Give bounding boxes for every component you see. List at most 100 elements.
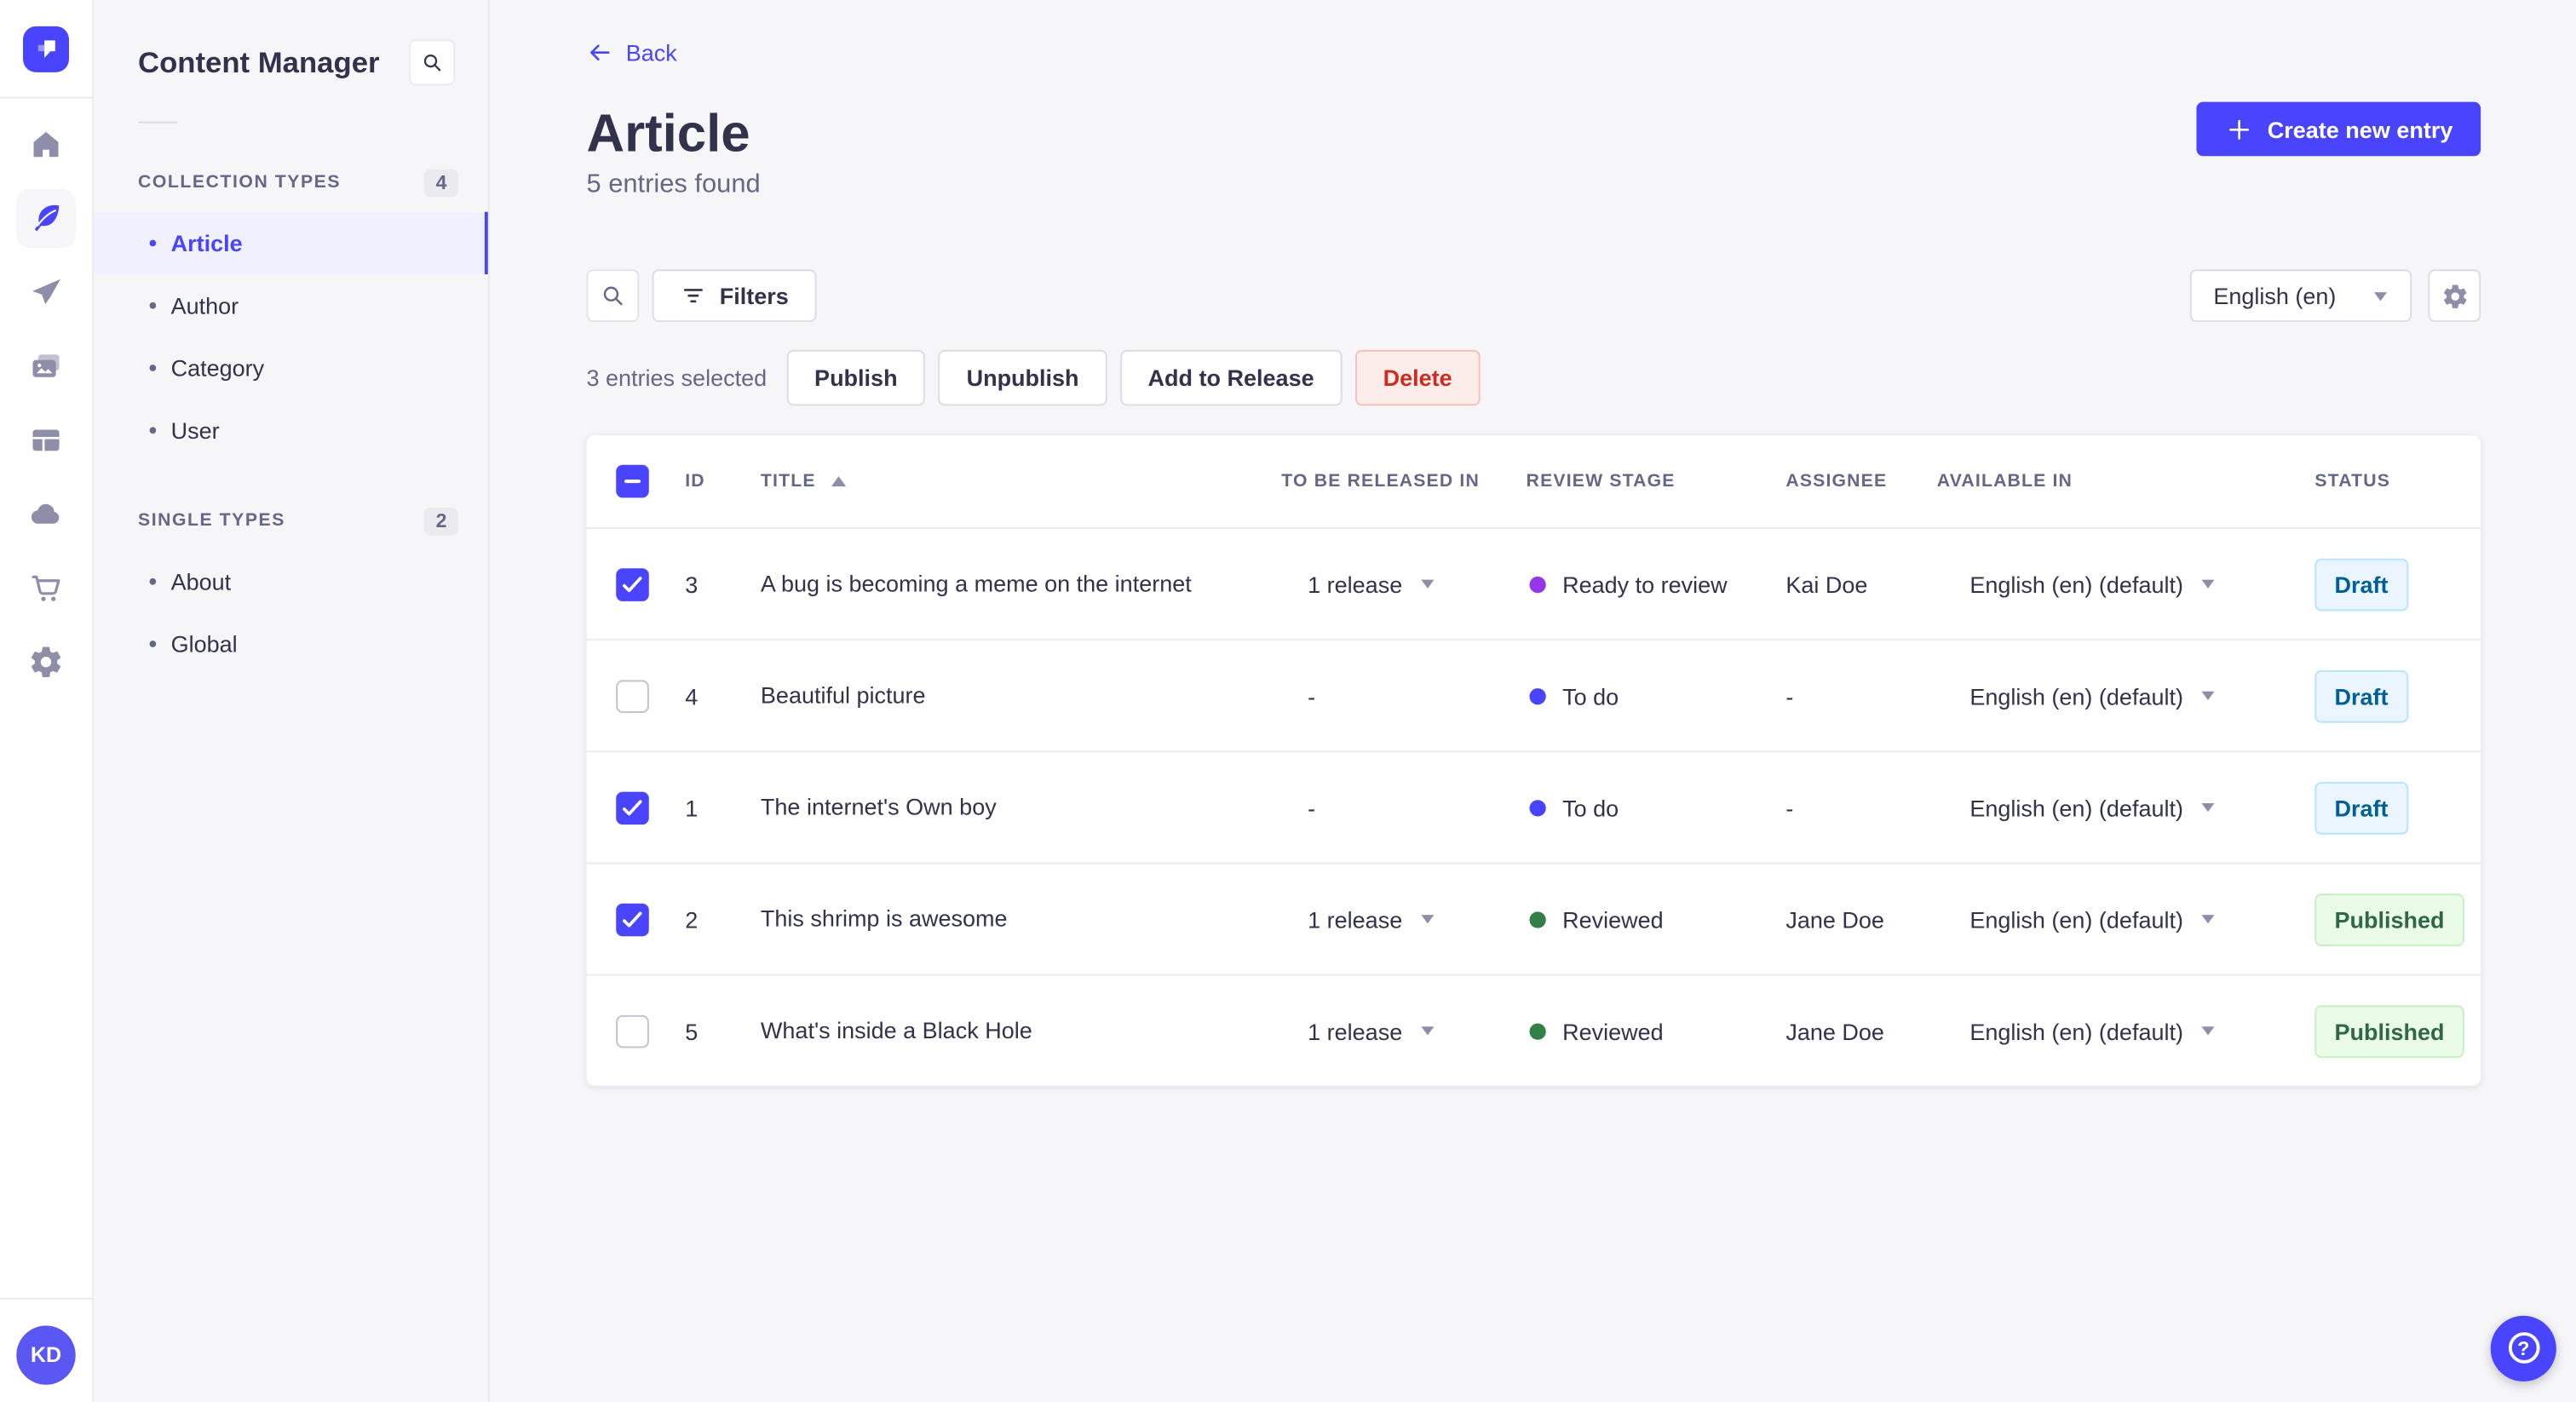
media-library-icon xyxy=(32,354,60,377)
nav-home-button[interactable] xyxy=(16,115,75,174)
sidebar-item-article[interactable]: Article xyxy=(93,211,488,275)
cell-title: The internet's Own boy xyxy=(760,793,997,820)
locale-value: English (en) (default) xyxy=(1969,905,2183,933)
table-header-row: ID TITLE TO BE RELEASED IN REVIEW STAGE … xyxy=(586,435,2481,529)
create-new-entry-button[interactable]: Create new entry xyxy=(2196,101,2481,157)
user-avatar[interactable]: KD xyxy=(16,1324,76,1385)
column-header-title[interactable]: TITLE xyxy=(761,471,1281,491)
cell-assignee: - xyxy=(1785,794,1794,821)
nav-releases-button[interactable] xyxy=(16,263,75,322)
release-value: 1 release xyxy=(1308,1017,1403,1044)
table-row[interactable]: 2 This shrimp is awesome 1 release Revie… xyxy=(586,864,2481,976)
add-to-release-button[interactable]: Add to Release xyxy=(1119,349,1343,406)
app: KD Content Manager COLLECTION TYPES 4 Ar… xyxy=(0,0,2576,1402)
filter-icon xyxy=(683,289,703,303)
nav-settings-button[interactable] xyxy=(16,632,75,691)
locale-select[interactable]: English (en) xyxy=(2190,269,2412,322)
sidebar-item-author[interactable]: Author xyxy=(94,274,488,336)
chevron-down-icon[interactable] xyxy=(2199,578,2216,590)
sort-ascending-icon xyxy=(831,476,846,487)
stage-dot xyxy=(1529,799,1546,816)
back-label: Back xyxy=(625,39,677,66)
sidebar-item-label: About xyxy=(170,568,232,595)
nav-content-manager-button[interactable] xyxy=(16,188,76,249)
locale-selected-value: English (en) xyxy=(2213,282,2337,309)
sidebar-title: Content Manager xyxy=(137,45,380,78)
chevron-down-icon[interactable] xyxy=(1419,913,1435,925)
column-header-release[interactable]: TO BE RELEASED IN xyxy=(1281,471,1526,491)
shopping-cart-icon xyxy=(32,575,60,601)
search-icon xyxy=(603,286,623,306)
locale-value: English (en) (default) xyxy=(1969,682,2183,710)
sidebar-section-collection-types: COLLECTION TYPES 4 Article Author Catego… xyxy=(93,163,488,462)
rail-bottom: KD xyxy=(0,1296,92,1402)
cell-id: 4 xyxy=(685,682,699,710)
column-header-available-in[interactable]: AVAILABLE IN xyxy=(1937,471,2315,491)
back-link[interactable]: Back xyxy=(586,39,677,66)
chevron-down-icon[interactable] xyxy=(2199,802,2216,813)
stage-label: Reviewed xyxy=(1562,1017,1664,1044)
view-settings-button[interactable] xyxy=(2428,269,2481,322)
entries-table: ID TITLE TO BE RELEASED IN REVIEW STAGE … xyxy=(586,435,2481,1086)
column-header-id[interactable]: ID xyxy=(685,471,761,491)
sidebar-divider xyxy=(137,121,178,124)
cell-review-stage: To do xyxy=(1527,682,1786,709)
nav-deploy-button[interactable] xyxy=(16,485,75,543)
locale-value: English (en) (default) xyxy=(1969,571,2183,598)
unpublish-button[interactable]: Unpublish xyxy=(938,349,1107,406)
column-header-status[interactable]: STATUS xyxy=(2314,471,2481,491)
column-header-assignee[interactable]: ASSIGNEE xyxy=(1785,471,1936,491)
chevron-down-icon[interactable] xyxy=(2199,690,2216,702)
table-row[interactable]: 4 Beautiful picture - To do - English (e… xyxy=(586,641,2481,753)
sidebar-item-user[interactable]: User xyxy=(94,399,488,462)
table-row[interactable]: 3 A bug is becoming a meme on the intern… xyxy=(586,529,2481,641)
cell-locale: English (en) (default) xyxy=(1937,1018,2315,1044)
checkmark-icon xyxy=(622,911,642,927)
table-row[interactable]: 5 What's inside a Black Hole 1 release R… xyxy=(586,976,2481,1086)
stage-dot xyxy=(1529,575,1546,593)
cell-review-stage: Reviewed xyxy=(1527,906,1786,932)
sidebar-item-category[interactable]: Category xyxy=(94,336,488,399)
stage-dot xyxy=(1529,687,1546,704)
chevron-down-icon[interactable] xyxy=(2199,913,2216,925)
logo-area xyxy=(0,0,92,99)
chevron-down-icon[interactable] xyxy=(1419,578,1435,590)
delete-button[interactable]: Delete xyxy=(1354,349,1481,406)
sidebar-item-global[interactable]: Global xyxy=(94,612,488,675)
row-checkbox[interactable] xyxy=(616,790,649,825)
row-checkbox[interactable] xyxy=(616,567,649,600)
cell-assignee: Jane Doe xyxy=(1785,905,1884,933)
sidebar-item-label: Author xyxy=(170,292,239,319)
publish-button[interactable]: Publish xyxy=(786,349,926,406)
locale-value: English (en) (default) xyxy=(1969,1017,2183,1044)
cell-id: 3 xyxy=(685,571,699,598)
list-toolbar: Filters English (en) xyxy=(586,269,2481,322)
search-button[interactable] xyxy=(586,269,640,322)
sidebar-search-button[interactable] xyxy=(409,39,456,86)
row-checkbox[interactable] xyxy=(616,902,649,936)
stage-label: Ready to review xyxy=(1562,571,1728,598)
row-checkbox[interactable] xyxy=(616,1014,649,1048)
table-body: 3 A bug is becoming a meme on the intern… xyxy=(586,529,2481,1086)
column-header-review-stage[interactable]: REVIEW STAGE xyxy=(1527,471,1786,491)
strapi-logo[interactable] xyxy=(22,25,69,72)
chevron-down-icon[interactable] xyxy=(1419,1025,1435,1037)
nav-marketplace-button[interactable] xyxy=(16,559,75,618)
arrow-left-icon xyxy=(589,44,610,60)
cell-id: 2 xyxy=(685,905,699,933)
nav-content-type-builder-button[interactable] xyxy=(16,411,75,469)
section-label: SINGLE TYPES xyxy=(137,510,285,531)
select-all-checkbox[interactable] xyxy=(616,464,649,498)
locale-value: English (en) (default) xyxy=(1969,794,2183,821)
help-button[interactable]: ? xyxy=(2490,1315,2556,1382)
sidebar-item-about[interactable]: About xyxy=(94,550,488,612)
table-row[interactable]: 1 The internet's Own boy - To do - Engli… xyxy=(586,752,2481,865)
chevron-down-icon[interactable] xyxy=(2199,1025,2216,1037)
nav-media-library-button[interactable] xyxy=(16,336,75,395)
filters-button[interactable]: Filters xyxy=(652,269,817,322)
cell-review-stage: To do xyxy=(1527,794,1786,820)
cell-release: - xyxy=(1281,682,1526,709)
row-checkbox[interactable] xyxy=(616,679,649,713)
content-manager-sidebar: Content Manager COLLECTION TYPES 4 Artic… xyxy=(93,0,490,1402)
cell-locale: English (en) (default) xyxy=(1937,682,2315,709)
